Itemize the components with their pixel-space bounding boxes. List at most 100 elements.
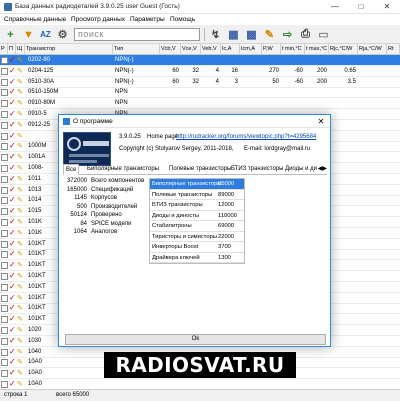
menu-view[interactable]: Просмотр данных <box>71 16 125 23</box>
checkmark-icon[interactable]: ✓ <box>9 66 16 76</box>
col-vce[interactable]: Vce,V <box>181 44 201 55</box>
print-icon[interactable]: ⎙ <box>298 27 313 42</box>
checkmark-icon[interactable]: ✓ <box>9 152 16 162</box>
edit-icon[interactable]: ✎ <box>17 294 23 303</box>
breakdown-row[interactable]: Стабилитроны 69000 <box>150 221 244 232</box>
col-tmin[interactable]: t min,°C <box>281 44 305 55</box>
tab-diodes[interactable]: Диоды и диодных <box>283 164 317 175</box>
row-checkbox[interactable] <box>1 175 8 183</box>
checkmark-icon[interactable]: ✓ <box>9 98 16 108</box>
chart-icon[interactable]: ▩ <box>244 27 259 42</box>
menu-settings[interactable]: Параметры <box>130 16 165 23</box>
row-checkbox[interactable] <box>1 229 8 237</box>
checkmark-icon[interactable]: ✓ <box>9 293 16 303</box>
col-rjc[interactable]: Rjc,°C/W <box>329 44 358 55</box>
row-checkbox[interactable] <box>1 165 8 172</box>
edit-icon[interactable]: ✎ <box>17 283 23 292</box>
row-checkbox[interactable] <box>1 294 8 302</box>
window-icon[interactable]: ▭ <box>316 27 331 42</box>
row-checkbox[interactable] <box>1 305 8 313</box>
search-settings-icon[interactable]: ⚙ <box>55 27 70 42</box>
col-icm[interactable]: Icm,A <box>240 44 262 55</box>
table-row[interactable]: ✓ ✎ 0202-80 NPN(-) <box>0 55 400 66</box>
table-row[interactable]: ✓ ✎ 10A0 <box>0 379 400 389</box>
row-checkbox[interactable] <box>1 337 8 345</box>
checkmark-icon[interactable]: ✓ <box>9 206 16 216</box>
checkmark-icon[interactable]: ✓ <box>9 239 16 249</box>
edit-icon[interactable]: ✎ <box>17 380 23 389</box>
table-icon[interactable]: ▦ <box>226 27 241 42</box>
edit-icon[interactable]: ✎ <box>17 196 23 205</box>
checkmark-icon[interactable]: ✓ <box>9 185 16 195</box>
col-ic[interactable]: Ic,A <box>221 44 240 55</box>
col-transistor[interactable]: Транзистор <box>25 44 113 55</box>
menu-help[interactable]: Помощь <box>170 16 195 23</box>
edit-icon[interactable]: ✎ <box>17 348 23 357</box>
checkmark-icon[interactable]: ✓ <box>9 249 16 259</box>
note-icon[interactable]: ✎ <box>262 27 277 42</box>
edit-icon[interactable]: ✎ <box>17 304 23 313</box>
row-checkbox[interactable] <box>1 348 8 356</box>
row-checkbox[interactable] <box>1 283 8 291</box>
edit-icon[interactable]: ✎ <box>17 229 23 238</box>
edit-icon[interactable]: ✎ <box>17 337 23 346</box>
home-page-link[interactable]: http://rudracker.org/forums/viewtopic.ph… <box>176 134 316 140</box>
row-checkbox[interactable] <box>1 273 8 280</box>
edit-icon[interactable]: ✎ <box>17 132 23 141</box>
close-icon[interactable]: ✕ <box>374 0 400 14</box>
row-checkbox[interactable] <box>1 186 8 194</box>
checkmark-icon[interactable]: ✓ <box>9 347 16 357</box>
maximize-icon[interactable]: □ <box>348 0 374 14</box>
col-p2[interactable]: П <box>8 44 16 55</box>
search-input[interactable]: поиск <box>74 28 200 41</box>
edit-icon[interactable]: ✎ <box>17 175 23 184</box>
checkmark-icon[interactable]: ✓ <box>9 195 16 205</box>
edit-icon[interactable]: ✎ <box>17 218 23 227</box>
checkmark-icon[interactable]: ✓ <box>9 357 16 367</box>
edit-icon[interactable]: ✎ <box>17 88 23 97</box>
row-checkbox[interactable] <box>1 208 8 216</box>
row-checkbox[interactable] <box>1 143 8 151</box>
tab-igbt[interactable]: БТИЗ транзисторы <box>229 164 285 175</box>
col-rja[interactable]: Rja,°C/W <box>358 44 387 55</box>
tab-all[interactable]: Все <box>63 164 80 175</box>
row-checkbox[interactable] <box>1 381 8 388</box>
col-tmax[interactable]: t max,°C <box>305 44 329 55</box>
edit-icon[interactable]: ✎ <box>17 142 23 151</box>
row-checkbox[interactable] <box>1 67 8 75</box>
edit-icon[interactable]: ✎ <box>17 261 23 270</box>
edit-icon[interactable]: ✎ <box>17 153 23 162</box>
col-vcb[interactable]: Vcb,V <box>160 44 181 55</box>
checkmark-icon[interactable]: ✓ <box>9 131 16 141</box>
breakdown-row[interactable]: БТИЗ транзисторы 12000 <box>150 200 244 211</box>
checkmark-icon[interactable]: ✓ <box>9 120 16 130</box>
edit-icon[interactable]: ✎ <box>17 110 23 119</box>
breakdown-row[interactable]: Биполярные транзисторы 65000 <box>150 179 244 190</box>
checkmark-icon[interactable]: ✓ <box>9 87 16 97</box>
edit-icon[interactable]: ✎ <box>17 240 23 249</box>
row-checkbox[interactable] <box>1 359 8 367</box>
filter-icon[interactable]: ▼ <box>21 27 36 42</box>
edit-icon[interactable]: ✎ <box>17 326 23 335</box>
breakdown-row[interactable]: Тиристоры и симисторы 22000 <box>150 232 244 242</box>
sort-az-icon[interactable]: AZ <box>38 27 53 42</box>
edit-icon[interactable]: ✎ <box>17 358 23 367</box>
checkmark-icon[interactable]: ✓ <box>9 228 16 238</box>
table-row[interactable]: ✓ ✎ 0910-80M NPN <box>0 98 400 110</box>
row-checkbox[interactable] <box>1 57 8 64</box>
table-row[interactable]: ✓ ✎ 0204-125 NPN(-) 60 32 4 16 270 -60 200 0.65 <box>0 66 400 77</box>
checkmark-icon[interactable]: ✓ <box>9 336 16 346</box>
breakdown-row[interactable]: Полевые транзисторы 89000 <box>150 190 244 200</box>
checkmark-icon[interactable]: ✓ <box>9 325 16 335</box>
row-checkbox[interactable] <box>1 219 8 226</box>
dialog-close-icon[interactable]: ✕ <box>312 115 330 128</box>
checkmark-icon[interactable]: ✓ <box>9 303 16 313</box>
checkmark-icon[interactable]: ✓ <box>9 271 16 281</box>
col-rt[interactable]: Rt <box>387 44 400 55</box>
checkmark-icon[interactable]: ✓ <box>9 77 16 87</box>
row-checkbox[interactable] <box>1 100 8 108</box>
breakdown-row[interactable]: Драйвера ключей 1300 <box>150 253 244 263</box>
tab-bipolar[interactable]: Биполярные транзисторы <box>85 164 161 175</box>
row-checkbox[interactable] <box>1 132 8 140</box>
ok-button[interactable]: Ok <box>65 334 326 345</box>
